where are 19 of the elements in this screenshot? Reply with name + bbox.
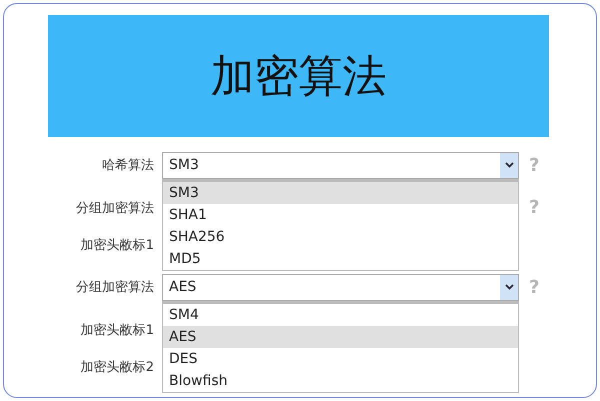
field-label: 加密头敝标2 [80, 358, 154, 376]
field-label: 分组加密算法 [75, 279, 154, 296]
dropdown-option[interactable]: AES [163, 326, 518, 348]
dropdown-option[interactable]: SM4 [163, 304, 518, 326]
field-label: 分组加密算法 [75, 200, 154, 216]
field-label: 加密头敝标1 [80, 236, 154, 254]
dropdown-option[interactable]: DES [163, 348, 518, 370]
dropdown-option[interactable]: SHA256 [163, 226, 518, 248]
chevron-down-icon[interactable] [500, 152, 518, 178]
dropdown-field[interactable]: AES [162, 274, 519, 300]
chevron-down-icon[interactable] [500, 274, 518, 300]
banner-title: 加密算法 [210, 50, 386, 104]
dropdown-option[interactable]: MD5 [163, 248, 518, 270]
dropdown-option[interactable]: Blowfish [163, 370, 518, 392]
field-label: 加密头敝标1 [80, 322, 154, 338]
dropdown-option[interactable]: SM3 [163, 182, 518, 204]
field-label: 哈希算法 [101, 157, 154, 174]
dropdown-option[interactable]: SHA1 [163, 204, 518, 226]
dropdown-field[interactable]: SM3 [162, 152, 519, 178]
